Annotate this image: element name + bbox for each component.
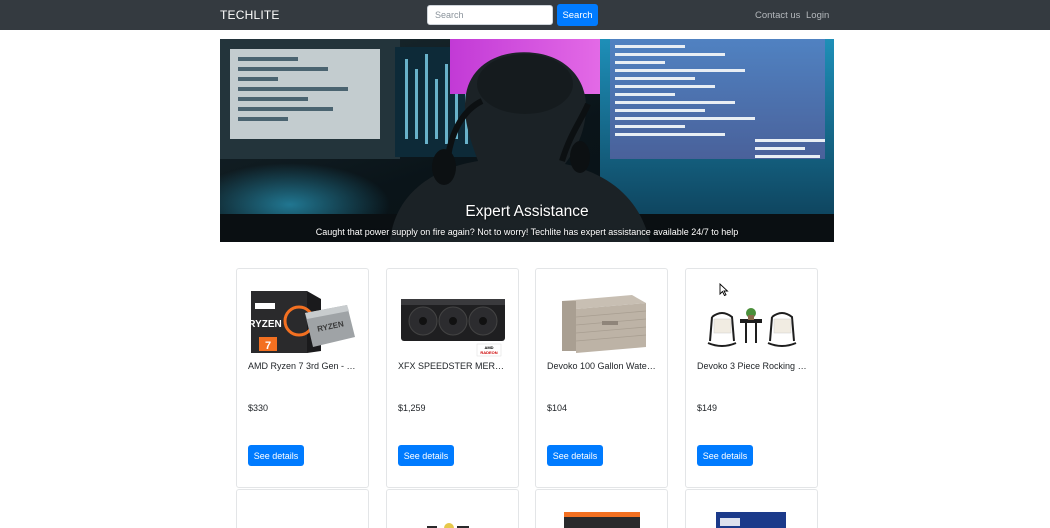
graphics-card-image: AMD RADEON: [401, 299, 505, 357]
see-details-button[interactable]: See details: [248, 445, 304, 466]
product-image-partial: [716, 512, 786, 528]
see-details-button[interactable]: See details: [398, 445, 454, 466]
nav-link-login[interactable]: Login: [806, 10, 829, 21]
cpu-box-image: RYZEN 7 RYZEN: [248, 291, 355, 353]
product-price: $330: [248, 403, 269, 413]
svg-text:7: 7: [265, 340, 271, 352]
see-details-button[interactable]: See details: [697, 445, 753, 466]
product-image-partial: [247, 498, 359, 528]
mouse-cursor-icon: [719, 283, 729, 297]
hero-carousel[interactable]: Expert Assistance Caught that power supp…: [220, 39, 834, 242]
brand-logo[interactable]: TECHLITE: [220, 8, 280, 22]
top-navbar: TECHLITE Search Contact us Login: [0, 0, 1050, 30]
carousel-caption-title: Expert Assistance: [465, 203, 589, 220]
see-details-button[interactable]: See details: [547, 445, 603, 466]
search-input[interactable]: [427, 5, 553, 25]
product-card: Devoko 3 Piece Rocking Bistro Set $149 S…: [685, 268, 818, 488]
product-title[interactable]: Devoko 3 Piece Rocking Bistro Set: [697, 361, 807, 371]
product-card-partial: [685, 489, 818, 528]
product-price: $104: [547, 403, 568, 413]
product-title[interactable]: XFX SPEEDSTER MERC319 AMD Radeon RX 6800…: [398, 361, 508, 371]
product-title[interactable]: Devoko 100 Gallon Waterproof Deck Box: [547, 361, 657, 371]
product-card-partial: [236, 489, 369, 528]
nav-link-contact[interactable]: Contact us: [755, 10, 800, 21]
product-price: $1,259: [398, 403, 426, 413]
product-card-partial: [386, 489, 519, 528]
deck-box-image: [562, 295, 647, 353]
product-image-partial: [564, 512, 640, 528]
product-card: AMD RADEON XFX SPEEDSTER MERC319 AMD Rad…: [386, 268, 519, 488]
carousel-caption-text: Caught that power supply on fire again? …: [315, 227, 739, 242]
product-image-partial: [427, 523, 469, 528]
product-price: $149: [697, 403, 718, 413]
patio-chairs-image: [707, 308, 797, 347]
product-card: Devoko 100 Gallon Waterproof Deck Box $1…: [535, 268, 668, 488]
product-card-partial: [535, 489, 668, 528]
product-card: RYZEN 7 RYZEN AMD Ryzen 7 3rd Gen - Ryze…: [236, 268, 369, 488]
svg-text:RYZEN: RYZEN: [248, 319, 282, 330]
svg-text:RADEON: RADEON: [480, 350, 497, 355]
search-button[interactable]: Search: [557, 4, 598, 26]
product-title[interactable]: AMD Ryzen 7 3rd Gen - Ryzen 7 3700X: [248, 361, 358, 371]
